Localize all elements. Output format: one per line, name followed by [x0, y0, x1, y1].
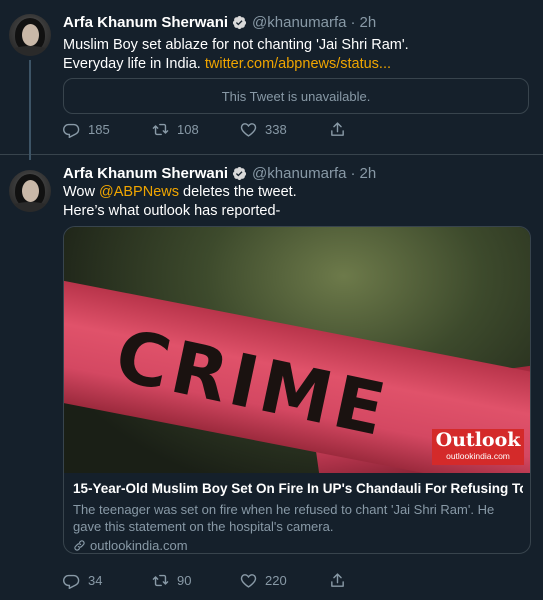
separator: ·: [350, 164, 356, 182]
tweet-link[interactable]: twitter.com/abpnews/status...: [205, 56, 391, 72]
card-domain: outlookindia.com: [73, 537, 523, 553]
retweet-button[interactable]: 90: [152, 572, 240, 589]
retweet-button[interactable]: 108: [152, 121, 240, 138]
verified-badge-icon: [232, 15, 247, 30]
like-button[interactable]: 220: [240, 572, 329, 589]
verified-badge-icon: [232, 166, 247, 181]
like-button[interactable]: 338: [240, 121, 329, 138]
retweet-count: 90: [177, 573, 192, 588]
retweet-count: 108: [177, 122, 199, 137]
timestamp[interactable]: 2h: [359, 14, 376, 31]
tweet-actions: 185 108 338: [63, 121, 346, 138]
share-icon: [331, 122, 344, 136]
share-button[interactable]: [329, 572, 346, 589]
reply-button[interactable]: 185: [63, 121, 152, 138]
like-count: 338: [265, 122, 287, 137]
tweet-text-line: Everyday life in India. twitter.com/abpn…: [63, 56, 392, 72]
unavailable-quote-card: This Tweet is unavailable.: [63, 78, 529, 114]
reply-icon: [63, 574, 80, 589]
reply-count: 185: [88, 122, 110, 137]
author-handle[interactable]: @khanumarfa: [252, 165, 346, 182]
retweet-icon: [152, 574, 169, 587]
card-image: CRIME Outlook outlookindia.com: [64, 227, 530, 473]
tweet[interactable]: Arfa Khanum Sherwani @khanumarfa · 2h Wo…: [0, 156, 543, 600]
tweet-text: Muslim Boy set ablaze for not chanting '…: [63, 36, 409, 74]
card-description: The teenager was set on fire when he ref…: [73, 502, 495, 534]
card-text: 15-Year-Old Muslim Boy Set On Fire In UP…: [73, 480, 523, 553]
tweet-text: Wow @ABPNews deletes the tweet. Here’s w…: [63, 183, 297, 221]
like-count: 220: [265, 573, 287, 588]
mention-link[interactable]: @ABPNews: [99, 184, 179, 200]
tweet-header: Arfa Khanum Sherwani @khanumarfa · 2h: [63, 163, 376, 183]
avatar[interactable]: [9, 14, 51, 56]
author-name[interactable]: Arfa Khanum Sherwani: [63, 165, 228, 182]
author-handle[interactable]: @khanumarfa: [252, 14, 346, 31]
outlook-logo: Outlook outlookindia.com: [432, 429, 524, 465]
tweet-actions: 34 90 220: [63, 572, 346, 589]
share-icon: [331, 573, 344, 587]
author-name[interactable]: Arfa Khanum Sherwani: [63, 14, 228, 31]
tweet-text-line: Here’s what outlook has reported-: [63, 203, 281, 219]
heart-icon: [240, 574, 257, 588]
share-button[interactable]: [329, 121, 346, 138]
timestamp[interactable]: 2h: [359, 165, 376, 182]
separator: ·: [350, 13, 356, 31]
avatar[interactable]: [9, 170, 51, 212]
reply-button[interactable]: 34: [63, 572, 152, 589]
card-title: 15-Year-Old Muslim Boy Set On Fire In UP…: [73, 481, 523, 496]
link-preview-card[interactable]: CRIME Outlook outlookindia.com 15-Year-O…: [63, 226, 531, 554]
reply-count: 34: [88, 573, 103, 588]
tweet[interactable]: Arfa Khanum Sherwani @khanumarfa · 2h Mu…: [0, 0, 543, 160]
heart-icon: [240, 123, 257, 137]
thread-connector: [29, 60, 31, 160]
reply-icon: [63, 123, 80, 138]
tweet-header: Arfa Khanum Sherwani @khanumarfa · 2h: [63, 12, 376, 32]
tweet-text-line: Wow @ABPNews deletes the tweet.: [63, 184, 297, 200]
retweet-icon: [152, 123, 169, 136]
link-icon: [74, 540, 85, 551]
tweet-text-line: Muslim Boy set ablaze for not chanting '…: [63, 37, 409, 53]
